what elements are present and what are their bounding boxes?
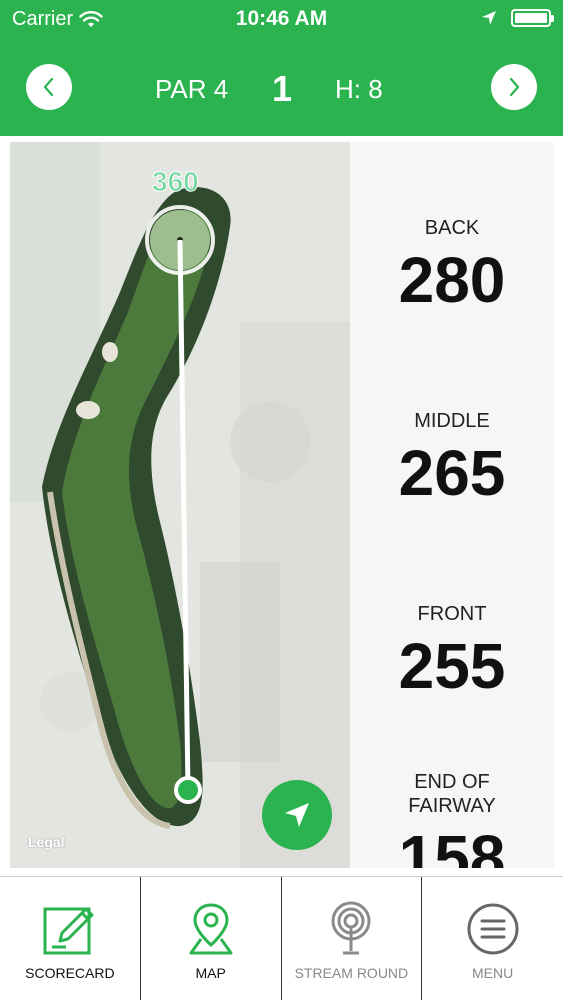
- distance-middle-value: 265: [398, 437, 506, 509]
- distance-end-of-fairway-value: 158: [398, 822, 506, 868]
- distance-back-label: BACK: [424, 217, 480, 239]
- chevron-right-icon: [509, 77, 520, 97]
- carrier-label: Carrier: [12, 8, 74, 30]
- locate-me-button[interactable]: [262, 780, 332, 850]
- battery-icon: [511, 9, 554, 27]
- tab-bar: SCORECARD MAP STREAM ROUND MENU: [0, 876, 563, 1000]
- tab-stream-round[interactable]: STREAM ROUND: [282, 877, 423, 1000]
- distance-front: FRONT 255: [350, 602, 554, 698]
- carrier-indicator: Carrier: [12, 8, 103, 31]
- hole-map-terrain: [10, 142, 350, 868]
- status-right: [481, 9, 554, 27]
- hole-distance-marker: 360: [152, 166, 200, 198]
- distance-middle: MIDDLE 265: [350, 409, 554, 505]
- distance-front-value: 255: [398, 630, 506, 702]
- tab-scorecard-label: SCORECARD: [25, 965, 115, 981]
- location-arrow-icon: [482, 11, 496, 25]
- par-label: PAR 4: [155, 74, 229, 104]
- navigation-arrow-icon: [285, 803, 309, 827]
- hole-header: PAR 4 1 H: 8: [0, 38, 563, 136]
- hole-number: 1: [272, 68, 293, 109]
- distance-end-of-fairway-label-line1: END OF: [414, 771, 490, 793]
- distance-front-label: FRONT: [417, 603, 487, 625]
- broadcast-icon: [331, 901, 371, 955]
- tab-scorecard[interactable]: SCORECARD: [0, 877, 141, 1000]
- next-hole-button[interactable]: [491, 64, 537, 110]
- tab-map-label: MAP: [195, 965, 226, 981]
- legal-link[interactable]: Legal: [28, 834, 65, 850]
- tab-menu-label: MENU: [472, 965, 514, 981]
- tab-map[interactable]: MAP: [141, 877, 282, 1000]
- tab-menu[interactable]: MENU: [422, 877, 563, 1000]
- tab-stream-round-label: STREAM ROUND: [294, 965, 409, 981]
- previous-hole-button[interactable]: [26, 64, 72, 110]
- chevron-left-icon: [43, 77, 54, 97]
- hole-map[interactable]: 360 Legal: [10, 142, 350, 868]
- distance-back-value: 280: [398, 244, 506, 316]
- scorecard-icon: [43, 907, 94, 955]
- distance-end-of-fairway: END OF FAIRWAY 158: [350, 770, 554, 868]
- distance-end-of-fairway-label-line2: FAIRWAY: [408, 795, 496, 817]
- map-pin-icon: [189, 903, 233, 955]
- status-bar: Carrier 10:46 AM: [0, 0, 563, 38]
- handicap-label: H: 8: [335, 74, 383, 104]
- distance-middle-label: MIDDLE: [414, 410, 490, 432]
- menu-icon: [467, 903, 519, 955]
- wifi-icon: [79, 10, 103, 27]
- distances-panel: BACK 280 MIDDLE 265 FRONT 255 END OF FAI…: [350, 142, 554, 868]
- distance-back: BACK 280: [350, 216, 554, 312]
